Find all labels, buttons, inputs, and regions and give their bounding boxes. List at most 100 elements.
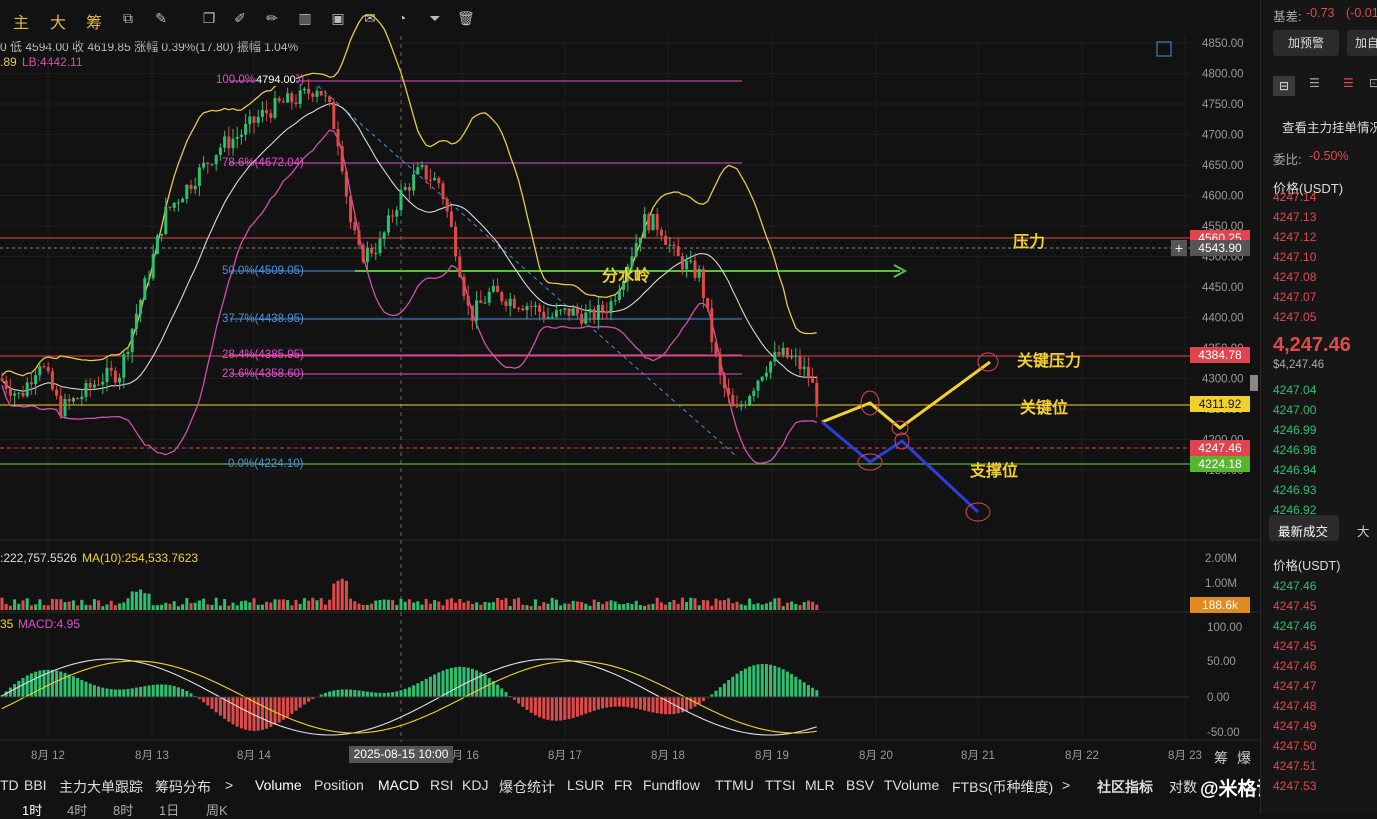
tab-liquidation[interactable]: 爆仓统计 bbox=[499, 777, 555, 797]
volume-bar bbox=[769, 602, 772, 610]
volume-bar bbox=[517, 598, 520, 610]
candle-body bbox=[9, 389, 12, 396]
candle-body bbox=[164, 207, 167, 234]
macd-bar bbox=[177, 687, 180, 697]
liquidation-toggle[interactable]: 爆 bbox=[1237, 748, 1251, 768]
tab-community[interactable]: 社区指标 bbox=[1097, 777, 1153, 797]
tab-log[interactable]: 对数 bbox=[1169, 777, 1197, 797]
bid-price[interactable]: 4246.99 bbox=[1273, 423, 1316, 437]
candle-body bbox=[223, 136, 226, 147]
macd-bar bbox=[610, 697, 613, 707]
ask-price[interactable]: 4247.10 bbox=[1273, 250, 1316, 264]
macd-bar bbox=[110, 689, 113, 697]
candle-body bbox=[1, 379, 4, 381]
price-axis-label: 4600.00 bbox=[1202, 191, 1244, 203]
trade-price: 4247.49 bbox=[1273, 719, 1316, 733]
tab-fundflow[interactable]: Fundflow bbox=[643, 777, 700, 793]
volume-bar bbox=[815, 605, 818, 610]
tab-tvolume[interactable]: TVolume bbox=[884, 777, 939, 793]
volume-bar bbox=[156, 605, 159, 610]
candle-body bbox=[211, 164, 214, 165]
add-watch-button[interactable]: 加自 bbox=[1347, 30, 1377, 56]
candle-body bbox=[458, 256, 461, 276]
bid-price[interactable]: 4246.94 bbox=[1273, 463, 1316, 477]
tab-mlr[interactable]: MLR bbox=[805, 777, 835, 793]
add-alert-button[interactable]: 加预警 bbox=[1273, 30, 1339, 56]
add-alert-icon[interactable]: + bbox=[1171, 240, 1187, 256]
macd-bar bbox=[614, 697, 617, 707]
candle-body bbox=[202, 163, 205, 168]
tab-ttsi[interactable]: TTSI bbox=[765, 777, 795, 793]
layout-asks-icon[interactable]: ☰ bbox=[1343, 76, 1354, 90]
candle-body bbox=[156, 236, 159, 254]
tab-lsur[interactable]: LSUR bbox=[567, 777, 604, 793]
candle-body bbox=[526, 306, 529, 310]
macd-bar bbox=[379, 693, 382, 697]
bid-price[interactable]: 4247.04 bbox=[1273, 383, 1316, 397]
tab-ftbs[interactable]: FTBS(币种维度) bbox=[952, 777, 1053, 797]
tab-chip[interactable]: 筹码分布 bbox=[155, 777, 211, 797]
macd-bar bbox=[799, 679, 802, 697]
tab-fr[interactable]: FR bbox=[614, 777, 633, 793]
volume-bar bbox=[198, 600, 201, 610]
candle-body bbox=[72, 398, 75, 401]
volume-bar bbox=[715, 599, 718, 610]
candle-body bbox=[85, 383, 88, 397]
interval-week[interactable]: 周K bbox=[206, 800, 228, 819]
tab-rsi[interactable]: RSI bbox=[430, 777, 453, 793]
candle-body bbox=[551, 317, 554, 318]
interval-1h[interactable]: 1时 bbox=[22, 800, 42, 819]
interval-1d[interactable]: 1日 bbox=[159, 800, 179, 819]
bid-price[interactable]: 4246.98 bbox=[1273, 443, 1316, 457]
tab-kdj[interactable]: KDJ bbox=[462, 777, 488, 793]
volume-bar bbox=[752, 604, 755, 610]
volume-bar bbox=[316, 600, 319, 610]
volume-bar bbox=[635, 601, 638, 610]
candle-body bbox=[404, 187, 407, 190]
layout-more-icon[interactable]: ⊡ bbox=[1369, 76, 1377, 90]
tab-large-orders[interactable]: 大 bbox=[1357, 521, 1370, 540]
axis-scroll-handle[interactable] bbox=[1250, 375, 1258, 391]
macd-bar bbox=[391, 692, 394, 697]
layout-both-icon[interactable]: ⊟ bbox=[1273, 76, 1295, 96]
tab-td[interactable]: TD bbox=[0, 777, 19, 793]
ask-price[interactable]: 4247.07 bbox=[1273, 290, 1316, 304]
macd-bar bbox=[395, 691, 398, 697]
candle-body bbox=[391, 215, 394, 216]
volume-bar bbox=[467, 601, 470, 610]
tab-main-force[interactable]: 主力大单跟踪 bbox=[59, 777, 143, 797]
price-chart[interactable]: 4850.004800.004750.004700.004650.004600.… bbox=[0, 0, 1258, 772]
bid-price[interactable]: 4246.93 bbox=[1273, 483, 1316, 497]
interval-8h[interactable]: 8时 bbox=[113, 800, 133, 819]
ask-price[interactable]: 4247.13 bbox=[1273, 210, 1316, 224]
volume-bar bbox=[576, 601, 579, 610]
candle-body bbox=[290, 93, 293, 102]
macd-bar bbox=[597, 697, 600, 710]
tab-macd[interactable]: MACD bbox=[378, 777, 419, 793]
candle-body bbox=[38, 366, 41, 375]
tab-more-left[interactable]: > bbox=[225, 777, 233, 793]
ask-price[interactable]: 4247.12 bbox=[1273, 230, 1316, 244]
candle-body bbox=[173, 203, 176, 208]
macd-bar bbox=[290, 697, 293, 714]
tab-latest-trades[interactable]: 最新成交 bbox=[1278, 521, 1328, 540]
interval-4h[interactable]: 4时 bbox=[67, 800, 87, 819]
ask-price[interactable]: 4247.14 bbox=[1273, 190, 1316, 204]
chip-toggle[interactable]: 筹 bbox=[1214, 748, 1228, 768]
tab-volume[interactable]: Volume bbox=[255, 777, 302, 793]
price-axis-label: 4700.00 bbox=[1202, 130, 1244, 142]
tab-position[interactable]: Position bbox=[314, 777, 364, 793]
order-book-link[interactable]: 查看主力挂单情况 bbox=[1282, 117, 1377, 136]
tab-ttmu[interactable]: TTMU bbox=[715, 777, 754, 793]
tab-more-right[interactable]: > bbox=[1062, 777, 1070, 793]
tab-bbi[interactable]: BBI bbox=[24, 777, 47, 793]
tab-bsv[interactable]: BSV bbox=[846, 777, 874, 793]
ask-price[interactable]: 4247.05 bbox=[1273, 310, 1316, 324]
layout-bids-icon[interactable]: ☰ bbox=[1309, 76, 1320, 90]
candle-body bbox=[429, 180, 432, 181]
ask-price[interactable]: 4247.08 bbox=[1273, 270, 1316, 284]
bid-price[interactable]: 4247.00 bbox=[1273, 403, 1316, 417]
macd-bar bbox=[358, 690, 361, 697]
volume-bar bbox=[563, 603, 566, 610]
candle-body bbox=[446, 199, 449, 211]
